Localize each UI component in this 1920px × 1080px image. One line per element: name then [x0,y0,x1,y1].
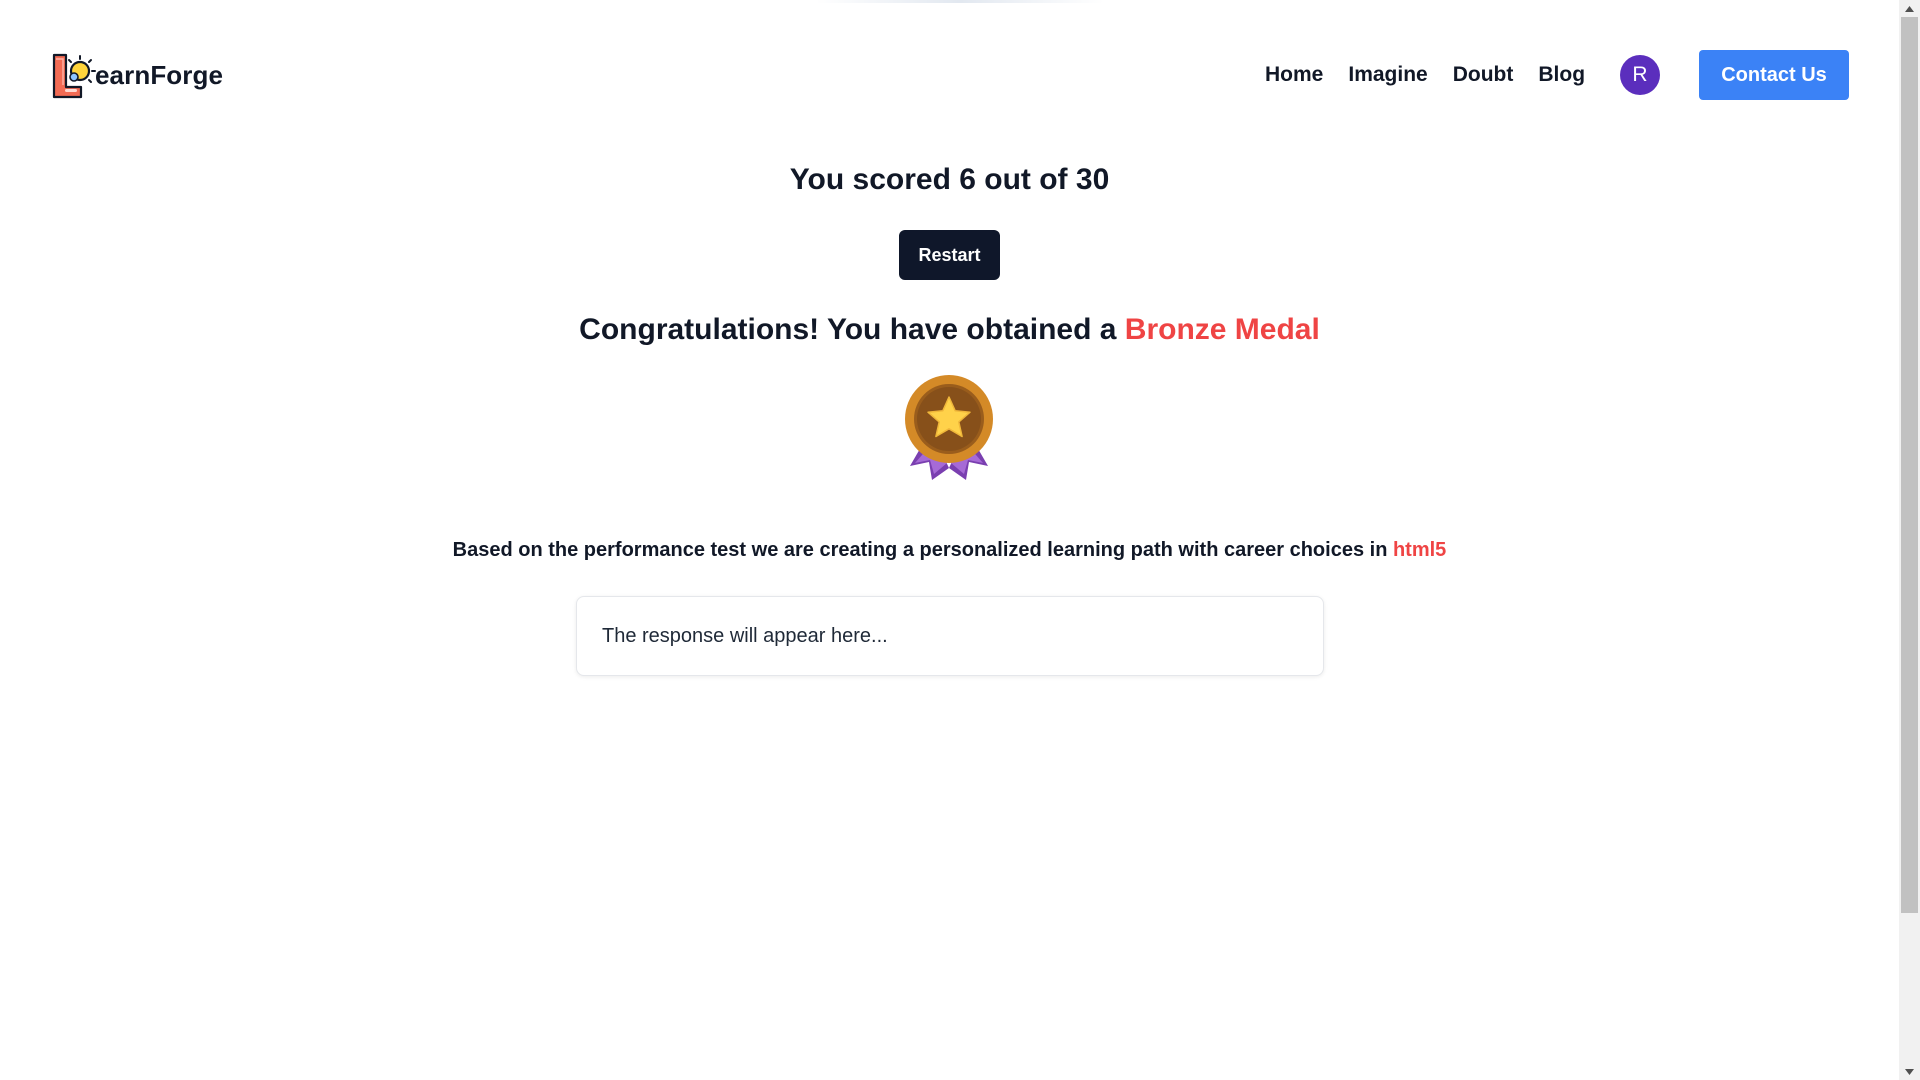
main-nav: Home Imagine Doubt Blog [1265,58,1585,91]
congrats-prefix-text: Congratulations! You have obtained a [579,313,1125,346]
career-topic-text: html5 [1392,539,1447,561]
browser-viewport: earnForge Home Imagine Doubt Blog R Cont… [0,0,1920,1080]
nav-home-link[interactable]: Home [1265,58,1323,91]
contact-us-button[interactable]: Contact Us [1699,50,1849,100]
scroll-up-arrow[interactable] [1899,0,1920,17]
scrollbar-thumb[interactable] [1901,17,1918,913]
brand-name: earnForge [95,60,224,90]
user-avatar[interactable]: R [1620,55,1660,95]
response-output-box: The response will appear here... [576,596,1324,676]
vertical-scrollbar[interactable] [1899,0,1920,1080]
learning-path-message: Based on the performance test we are cre… [0,537,1899,563]
medal-name-text: Bronze Medal [1124,313,1320,346]
quiz-result-page: earnForge Home Imagine Doubt Blog R Cont… [0,0,1899,1080]
score-heading: You scored 6 out of 30 [789,163,1110,196]
restart-button[interactable]: Restart [899,230,1000,280]
nav-imagine-link[interactable]: Imagine [1348,58,1427,91]
learnforge-logo-icon [52,53,96,99]
learning-path-prefix: Based on the performance test we are cre… [452,539,1393,561]
top-edge-sheen [816,0,1104,3]
response-placeholder-text: The response will appear here... [602,625,888,647]
nav-doubt-link[interactable]: Doubt [1453,58,1514,91]
chevron-down-icon [1905,1068,1914,1075]
bronze-medal-icon [905,375,993,480]
scroll-down-arrow[interactable] [1899,1063,1920,1080]
congratulations-heading: Congratulations! You have obtained a Bro… [0,310,1899,350]
nav-blog-link[interactable]: Blog [1538,58,1585,91]
brand-logo-link[interactable]: earnForge [50,50,223,100]
chevron-up-icon [1905,5,1914,12]
